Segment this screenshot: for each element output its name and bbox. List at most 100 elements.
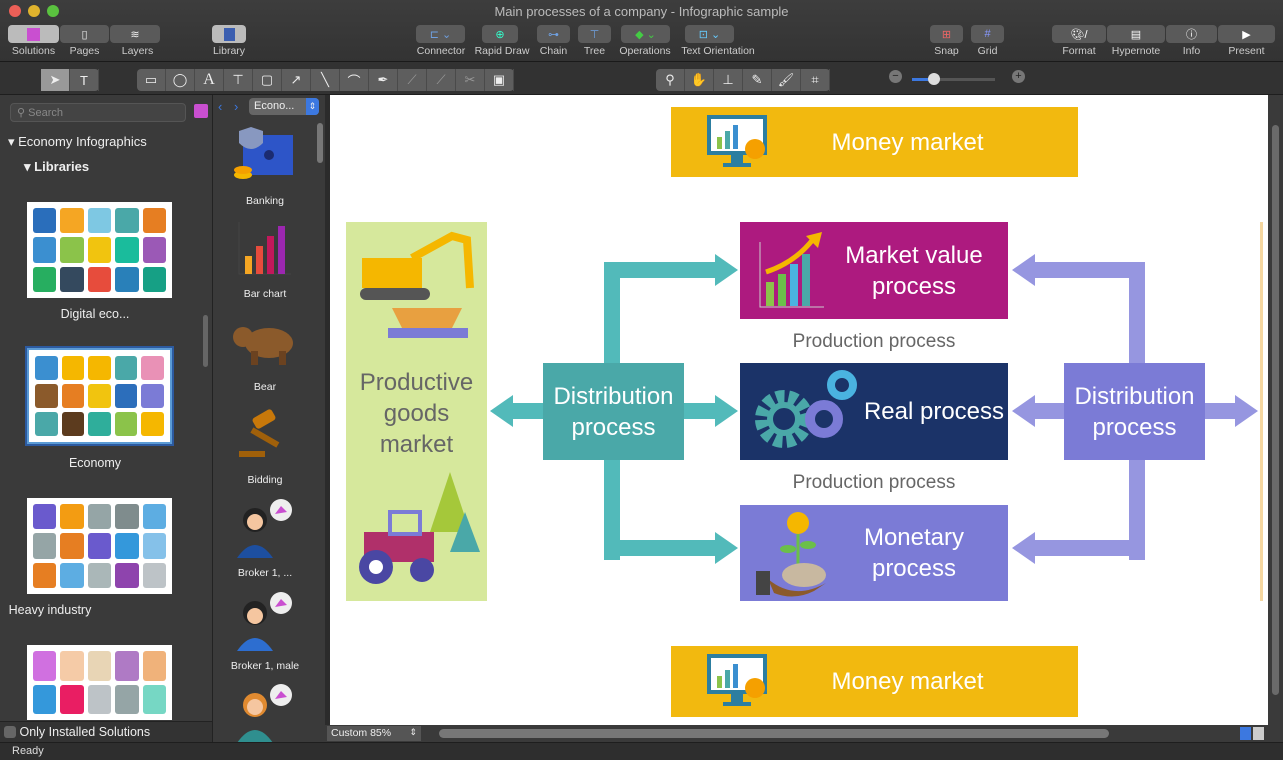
distribution-process-right[interactable]: Distribution process [1064, 363, 1205, 460]
tree-label: Tree [583, 45, 606, 57]
bidding-gavel-icon[interactable] [231, 407, 297, 467]
line-tool-icon[interactable]: ╲ [311, 69, 340, 91]
brush-icon[interactable]: 🖌︎ [772, 69, 801, 91]
container-tool-icon[interactable]: ▣ [485, 69, 514, 91]
crop-icon[interactable]: ⌗ [801, 69, 830, 91]
rapid-draw-button[interactable]: ⊕ [482, 25, 518, 43]
info-button[interactable]: ⓘ [1166, 25, 1217, 43]
search-input[interactable]: ⚲ Search [10, 103, 186, 122]
monetary-process[interactable]: Monetary process [740, 505, 1008, 601]
broker-male-icon[interactable] [231, 591, 297, 651]
operations-button[interactable]: ◆ ⌄ [621, 25, 670, 43]
offpage-shape-edge [1260, 222, 1263, 601]
library-thumb-4[interactable] [27, 645, 172, 720]
select-tool-icon[interactable]: ➤ [41, 69, 70, 91]
solution-badge-icon[interactable] [194, 104, 208, 118]
single-page-icon[interactable] [1253, 727, 1264, 740]
callout-tool-icon[interactable]: ▢ [253, 69, 282, 91]
section-label: Economy Infographics [18, 134, 147, 149]
library-thumb-heavy-industry[interactable] [27, 498, 172, 594]
library-thumb-economy[interactable] [25, 346, 174, 446]
library-label: Digital eco... [60, 307, 130, 321]
productive-goods-market[interactable]: Productive goods market [346, 222, 487, 601]
library-button[interactable] [212, 25, 246, 43]
text-select-tool-icon[interactable]: T [70, 69, 99, 91]
zoom-out-icon[interactable]: − [889, 70, 902, 83]
money-market-top[interactable]: Money market [671, 107, 1078, 177]
hypernote-button[interactable]: ▤ [1107, 25, 1165, 43]
zoom-in-icon[interactable]: + [1012, 70, 1025, 83]
library-selector[interactable]: Econo... ⇕ [249, 98, 319, 115]
arrow-outward-right [1205, 395, 1258, 427]
tree-icon: ⊤ [589, 28, 600, 41]
text-tool-icon[interactable]: A [195, 69, 224, 91]
page-view-icon[interactable] [1240, 727, 1251, 740]
zoom-slider[interactable] [912, 78, 995, 81]
stamp-tool-icon[interactable]: ⊥ [714, 69, 743, 91]
vertical-scroll-thumb[interactable] [1272, 125, 1279, 695]
text-orientation-label: Text Orientation [681, 45, 755, 57]
only-installed-checkbox[interactable]: Only Installed Solutions [0, 721, 212, 742]
productive-goods-label: Productive goods market [359, 369, 474, 458]
forward-icon[interactable]: › [234, 99, 238, 114]
broker-icon[interactable] [231, 683, 297, 743]
text-box-tool-icon[interactable]: ⊤ [224, 69, 253, 91]
solutions-button[interactable] [8, 25, 59, 43]
view-tools: ⚲ ✋ ⊥ ✎ 🖌︎ ⌗ [656, 69, 830, 91]
layers-button[interactable]: ≋ [110, 25, 160, 43]
section-economy-infographics[interactable]: ▾ Economy Infographics [8, 134, 147, 150]
monetary-process-label: Monetary process [863, 524, 965, 582]
library-label: Heavy industry [8, 603, 92, 617]
distribution-process-left[interactable]: Distribution process [543, 363, 684, 460]
diagram-canvas[interactable]: Money market Productive goods market Mar… [330, 95, 1268, 725]
library-item-label: Bidding [247, 474, 283, 486]
operations-label: Operations [619, 45, 671, 57]
back-icon[interactable]: ‹ [218, 99, 222, 114]
pan-hand-icon[interactable]: ✋ [685, 69, 714, 91]
ellipse-tool-icon[interactable]: ◯ [166, 69, 195, 91]
bezier-tool-icon[interactable]: ⟋ [398, 69, 427, 91]
tree-button[interactable]: ⊤ [578, 25, 611, 43]
arrow-to-market-value [604, 254, 738, 286]
status-text: Ready [12, 745, 44, 757]
bar-chart-icon[interactable] [231, 220, 297, 280]
library-thumb-digital-economy[interactable] [27, 202, 172, 298]
distribution-right-label: Distribution process [1074, 382, 1195, 441]
rapid-draw-label: Rapid Draw [474, 45, 530, 57]
add-point-tool-icon[interactable]: ⟋ [427, 69, 456, 91]
library-scrollbar[interactable] [317, 123, 323, 163]
chain-button[interactable]: ⊶ [537, 25, 570, 43]
real-process[interactable]: Real process [740, 363, 1008, 460]
zoom-tool-icon[interactable]: ⚲ [656, 69, 685, 91]
pages-button[interactable]: ▯ [60, 25, 109, 43]
zoom-select[interactable]: Custom 85% ⇕ [327, 726, 421, 741]
panel-scrollbar[interactable] [203, 315, 208, 367]
chevron-updown-icon: ⇕ [409, 727, 417, 737]
vertical-scrollbar[interactable] [1268, 95, 1283, 725]
cut-tool-icon[interactable]: ✂ [456, 69, 485, 91]
text-orientation-button[interactable]: ⊡ ⌄ [685, 25, 734, 43]
zoom-slider-handle[interactable] [928, 73, 940, 85]
connector-button[interactable]: ⊏ ⌄ [416, 25, 465, 43]
arc-tool-icon[interactable]: ⌒ [340, 69, 369, 91]
layers-icon: ≋ [130, 28, 140, 41]
pen-tool-icon[interactable]: ✒ [369, 69, 398, 91]
format-button[interactable]: 🎨︎/ [1052, 25, 1106, 43]
pages-icon: ▯ [81, 28, 88, 41]
snap-button[interactable]: ⊞ [930, 25, 963, 43]
arrow-tool-icon[interactable]: ↗ [282, 69, 311, 91]
broker-female-icon[interactable] [231, 498, 297, 558]
subsection-libraries[interactable]: ▾ Libraries [24, 159, 89, 175]
grid-button[interactable]: # [971, 25, 1004, 43]
eyedropper-icon[interactable]: ✎ [743, 69, 772, 91]
checkbox-icon[interactable] [4, 726, 16, 738]
rectangle-tool-icon[interactable]: ▭ [137, 69, 166, 91]
banking-icon[interactable] [231, 127, 297, 187]
solutions-label: Solutions [11, 45, 56, 57]
connector-label: Connector [416, 45, 466, 57]
bear-icon[interactable] [231, 315, 297, 375]
money-market-bottom[interactable]: Money market [671, 646, 1078, 717]
present-button[interactable]: ▶ [1218, 25, 1275, 43]
horizontal-scrollbar[interactable] [439, 729, 1109, 738]
market-value-process[interactable]: Market value process [740, 222, 1008, 319]
